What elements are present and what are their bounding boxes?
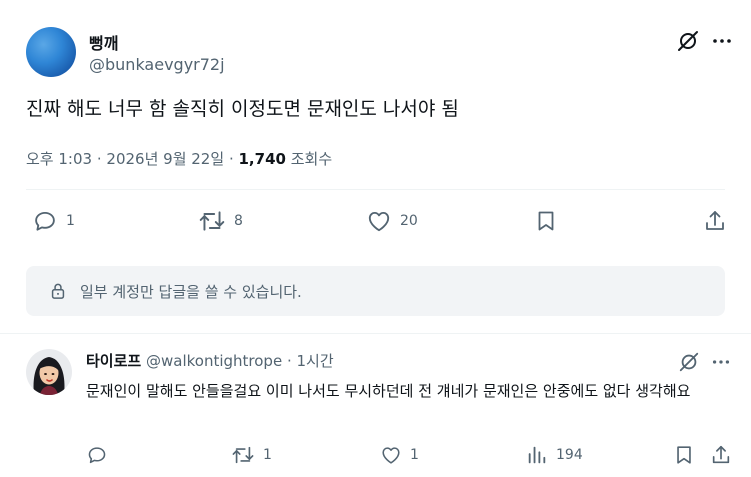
repost-button[interactable]: 8 xyxy=(198,208,243,234)
heart-icon xyxy=(382,447,400,464)
bookmark-icon xyxy=(538,211,554,231)
heart-icon xyxy=(368,211,390,232)
repost-count: 8 xyxy=(234,213,243,229)
reply-text: 문재인이 말해도 안들을걸요 이미 나서도 무시하던데 전 걔네가 문재인은 안… xyxy=(86,382,691,400)
reply-views-count: 194 xyxy=(556,447,583,463)
bookmark-button[interactable] xyxy=(534,208,558,234)
reply-author-handle[interactable]: @walkontightrope xyxy=(146,352,282,370)
reply-icon xyxy=(35,211,55,231)
divider xyxy=(26,189,725,190)
lock-icon xyxy=(51,283,65,299)
share-button[interactable] xyxy=(703,208,727,234)
author-avatar[interactable] xyxy=(26,27,76,77)
reply-author-name[interactable]: 타이로프 xyxy=(86,352,141,370)
like-button[interactable]: 20 xyxy=(366,208,418,234)
repost-icon xyxy=(232,446,254,464)
grok-icon[interactable] xyxy=(676,29,700,53)
repost-icon xyxy=(199,211,225,231)
reply-bookmark-button[interactable] xyxy=(673,444,695,466)
share-icon xyxy=(706,211,724,230)
post-time[interactable]: 오후 1:03 xyxy=(26,150,92,168)
bookmark-icon xyxy=(677,446,691,464)
share-icon xyxy=(712,445,730,464)
views-icon xyxy=(528,446,546,464)
reply-restriction-text: 일부 계정만 답글을 쓸 수 있습니다. xyxy=(80,282,302,301)
reply-repost-count: 1 xyxy=(263,447,272,463)
more-icon[interactable] xyxy=(710,351,732,373)
author-handle[interactable]: @bunkaevgyr72j xyxy=(89,55,225,74)
reply-icon xyxy=(88,447,106,464)
views-label: 조회수 xyxy=(290,150,333,168)
meta-separator: · xyxy=(96,150,102,168)
meta-separator: · xyxy=(286,352,292,370)
grok-icon[interactable] xyxy=(678,351,700,373)
reply-like-count: 1 xyxy=(410,447,419,463)
post-text: 진짜 해도 너무 함 솔직히 이정도면 문재인도 나서야 됨 xyxy=(26,98,459,120)
meta-separator: · xyxy=(228,150,234,168)
more-icon[interactable] xyxy=(710,29,734,53)
reply-views-button[interactable]: 194 xyxy=(526,444,583,466)
post-date[interactable]: 2026년 9월 22일 xyxy=(106,150,224,168)
reply-avatar[interactable] xyxy=(26,349,72,395)
reply-restriction-notice: 일부 계정만 답글을 쓸 수 있습니다. xyxy=(26,266,725,316)
reply-header: 타이로프 @walkontightrope · 1시간 xyxy=(86,350,334,371)
reply-time[interactable]: 1시간 xyxy=(297,352,334,370)
reply-count: 1 xyxy=(66,213,75,229)
section-divider xyxy=(0,333,751,334)
views-count: 1,740 xyxy=(238,150,286,168)
reply-like-button[interactable]: 1 xyxy=(380,444,419,466)
like-count: 20 xyxy=(400,213,418,229)
author-name[interactable]: 뻥깨 xyxy=(89,30,118,54)
post-meta: 오후 1:03 · 2026년 9월 22일 · 1,740 조회수 xyxy=(26,148,332,169)
reply-share-button[interactable] xyxy=(710,444,732,466)
reply-repost-button[interactable]: 1 xyxy=(231,444,272,466)
reply-reply-button[interactable] xyxy=(86,444,116,466)
reply-button[interactable]: 1 xyxy=(32,208,75,234)
